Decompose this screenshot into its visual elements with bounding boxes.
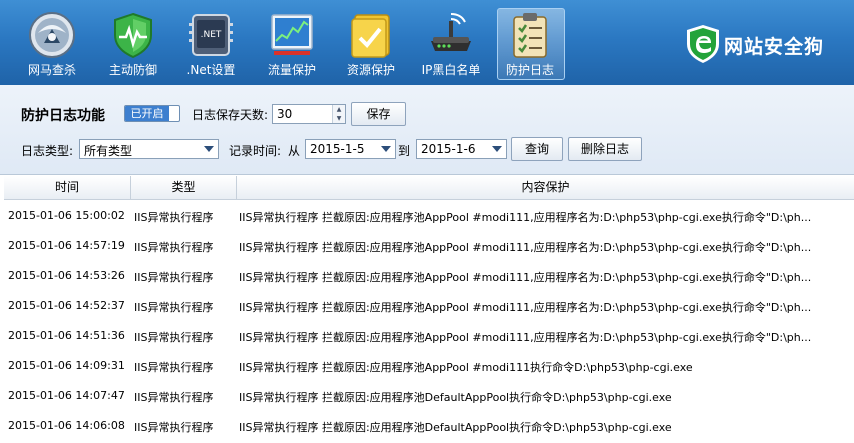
toggle-state-label: 已开启 xyxy=(125,106,169,121)
toolbar-item-virus-scan[interactable]: 网马查杀 xyxy=(19,0,85,85)
log-content: IIS异常执行程序 拦截原因:应用程序池AppPool #modi111,应用程… xyxy=(239,301,812,314)
toolbar-item-active-defense[interactable]: 主动防御 xyxy=(100,0,166,85)
log-time: 2015-01-06 14:57:19 xyxy=(8,239,125,252)
column-header-content[interactable]: 内容保护 xyxy=(237,176,854,199)
toolbar-label: IP黑白名单 xyxy=(421,63,481,77)
clipboard-checklist-icon xyxy=(513,13,547,58)
table-row[interactable]: 2015-01-06 14:57:19 IIS异常执行程序 IIS异常执行程序 … xyxy=(4,231,854,261)
log-type: IIS异常执行程序 xyxy=(134,391,214,404)
log-type-value: 所有类型 xyxy=(84,144,133,158)
days-spinbox[interactable]: 30 ▲ ▼ xyxy=(272,104,346,124)
toolbar-label: .Net设置 xyxy=(186,63,236,77)
router-icon xyxy=(431,13,471,51)
query-button[interactable]: 查询 xyxy=(511,137,563,161)
log-type-label: 日志类型: xyxy=(21,144,74,158)
date-from-value: 2015-1-5 xyxy=(310,142,365,156)
table-row[interactable]: 2015-01-06 14:52:37 IIS异常执行程序 IIS异常执行程序 … xyxy=(4,291,854,321)
log-type: IIS异常执行程序 xyxy=(134,271,214,284)
table-row[interactable]: 2015-01-06 15:00:02 IIS异常执行程序 IIS异常执行程序 … xyxy=(4,201,854,231)
column-header-time[interactable]: 时间 xyxy=(4,176,131,199)
log-control-panel: 防护日志功能 已开启 日志保存天数: 30 ▲ ▼ 保存 日志类型: 所有类型 … xyxy=(0,85,854,175)
table-row[interactable]: 2015-01-06 14:53:26 IIS异常执行程序 IIS异常执行程序 … xyxy=(4,261,854,291)
folder-check-icon xyxy=(351,14,390,58)
log-time: 2015-01-06 15:00:02 xyxy=(8,209,125,222)
toolbar-item-net-settings[interactable]: .NET .Net设置 xyxy=(178,0,244,85)
panel-title: 防护日志功能 xyxy=(21,108,105,124)
log-time: 2015-01-06 14:07:47 xyxy=(8,389,125,402)
log-content: IIS异常执行程序 拦截原因:应用程序池AppPool #modi111执行命令… xyxy=(239,361,693,374)
log-content: IIS异常执行程序 拦截原因:应用程序池AppPool #modi111,应用程… xyxy=(239,241,812,254)
table-row[interactable]: 2015-01-06 14:07:47 IIS异常执行程序 IIS异常执行程序 … xyxy=(4,381,854,411)
record-time-label: 记录时间: xyxy=(229,144,282,158)
spin-up-icon[interactable]: ▲ xyxy=(333,105,345,114)
svg-text:.NET: .NET xyxy=(201,30,222,40)
log-type: IIS异常执行程序 xyxy=(134,301,214,314)
log-content: IIS异常执行程序 拦截原因:应用程序池AppPool #modi111,应用程… xyxy=(239,331,812,344)
log-content: IIS异常执行程序 拦截原因:应用程序池DefaultAppPool执行命令D:… xyxy=(239,391,672,404)
toolbar-label: 流量保护 xyxy=(267,63,316,77)
table-row[interactable]: 2015-01-06 14:09:31 IIS异常执行程序 IIS异常执行程序 … xyxy=(4,351,854,381)
log-time: 2015-01-06 14:51:36 xyxy=(8,329,125,342)
log-time: 2015-01-06 14:53:26 xyxy=(8,269,125,282)
log-time: 2015-01-06 14:52:37 xyxy=(8,299,125,312)
top-toolbar: 网马查杀 主动防御 .NET .Net设置 流量保护 资源保护 IP黑白名单 防… xyxy=(0,0,854,85)
days-value: 30 xyxy=(277,107,293,121)
log-table-body: 2015-01-06 15:00:02 IIS异常执行程序 IIS异常执行程序 … xyxy=(4,201,854,443)
toolbar-item-ip-list[interactable]: IP黑白名单 xyxy=(418,0,484,85)
chevron-down-icon xyxy=(492,146,502,152)
log-time: 2015-01-06 14:06:08 xyxy=(8,419,125,432)
column-header-type[interactable]: 类型 xyxy=(131,176,237,199)
date-to-picker[interactable]: 2015-1-6 xyxy=(416,139,507,159)
chevron-down-icon xyxy=(381,146,391,152)
from-label: 从 xyxy=(288,144,301,158)
days-label: 日志保存天数: xyxy=(192,108,269,122)
brand-name: 网站安全狗 xyxy=(724,36,825,58)
brand-logo: 网站安全狗 xyxy=(684,24,844,64)
log-type: IIS异常执行程序 xyxy=(134,421,214,434)
log-time: 2015-01-06 14:09:31 xyxy=(8,359,125,372)
log-table-header: 时间 类型 内容保护 xyxy=(4,176,854,200)
toolbar-item-resource-protection[interactable]: 资源保护 xyxy=(338,0,404,85)
toolbar-label: 资源保护 xyxy=(346,63,395,77)
log-type: IIS异常执行程序 xyxy=(134,211,214,224)
log-type: IIS异常执行程序 xyxy=(134,361,214,374)
spin-arrows[interactable]: ▲ ▼ xyxy=(332,105,345,123)
green-shield-icon xyxy=(114,12,152,59)
log-type-select[interactable]: 所有类型 xyxy=(79,139,219,159)
to-label: 到 xyxy=(398,144,411,158)
log-content: IIS异常执行程序 拦截原因:应用程序池DefaultAppPool执行命令D:… xyxy=(239,421,672,434)
log-type: IIS异常执行程序 xyxy=(134,241,214,254)
toolbar-label: 网马查杀 xyxy=(27,63,76,77)
spin-down-icon[interactable]: ▼ xyxy=(333,114,345,123)
toolbar-item-traffic-protection[interactable]: 流量保护 xyxy=(259,0,325,85)
toolbar-item-protection-log[interactable]: 防护日志 xyxy=(497,0,565,85)
log-content: IIS异常执行程序 拦截原因:应用程序池AppPool #modi111,应用程… xyxy=(239,271,812,284)
traffic-chart-icon xyxy=(271,14,313,55)
date-to-value: 2015-1-6 xyxy=(421,142,476,156)
delete-log-button[interactable]: 删除日志 xyxy=(568,137,642,161)
chevron-down-icon xyxy=(204,146,214,152)
toolbar-label: 防护日志 xyxy=(505,63,554,77)
date-from-picker[interactable]: 2015-1-5 xyxy=(305,139,396,159)
dotnet-chip-icon: .NET xyxy=(189,14,233,56)
table-row[interactable]: 2015-01-06 14:06:08 IIS异常执行程序 IIS异常执行程序 … xyxy=(4,411,854,441)
shield-globe-icon xyxy=(29,12,75,58)
safedog-logo-icon xyxy=(687,25,719,63)
log-type: IIS异常执行程序 xyxy=(134,331,214,344)
log-enable-toggle[interactable]: 已开启 xyxy=(124,105,180,122)
toolbar-label: 主动防御 xyxy=(108,63,157,77)
table-row[interactable]: 2015-01-06 14:51:36 IIS异常执行程序 IIS异常执行程序 … xyxy=(4,321,854,351)
log-content: IIS异常执行程序 拦截原因:应用程序池AppPool #modi111,应用程… xyxy=(239,211,812,224)
save-button[interactable]: 保存 xyxy=(351,102,406,126)
